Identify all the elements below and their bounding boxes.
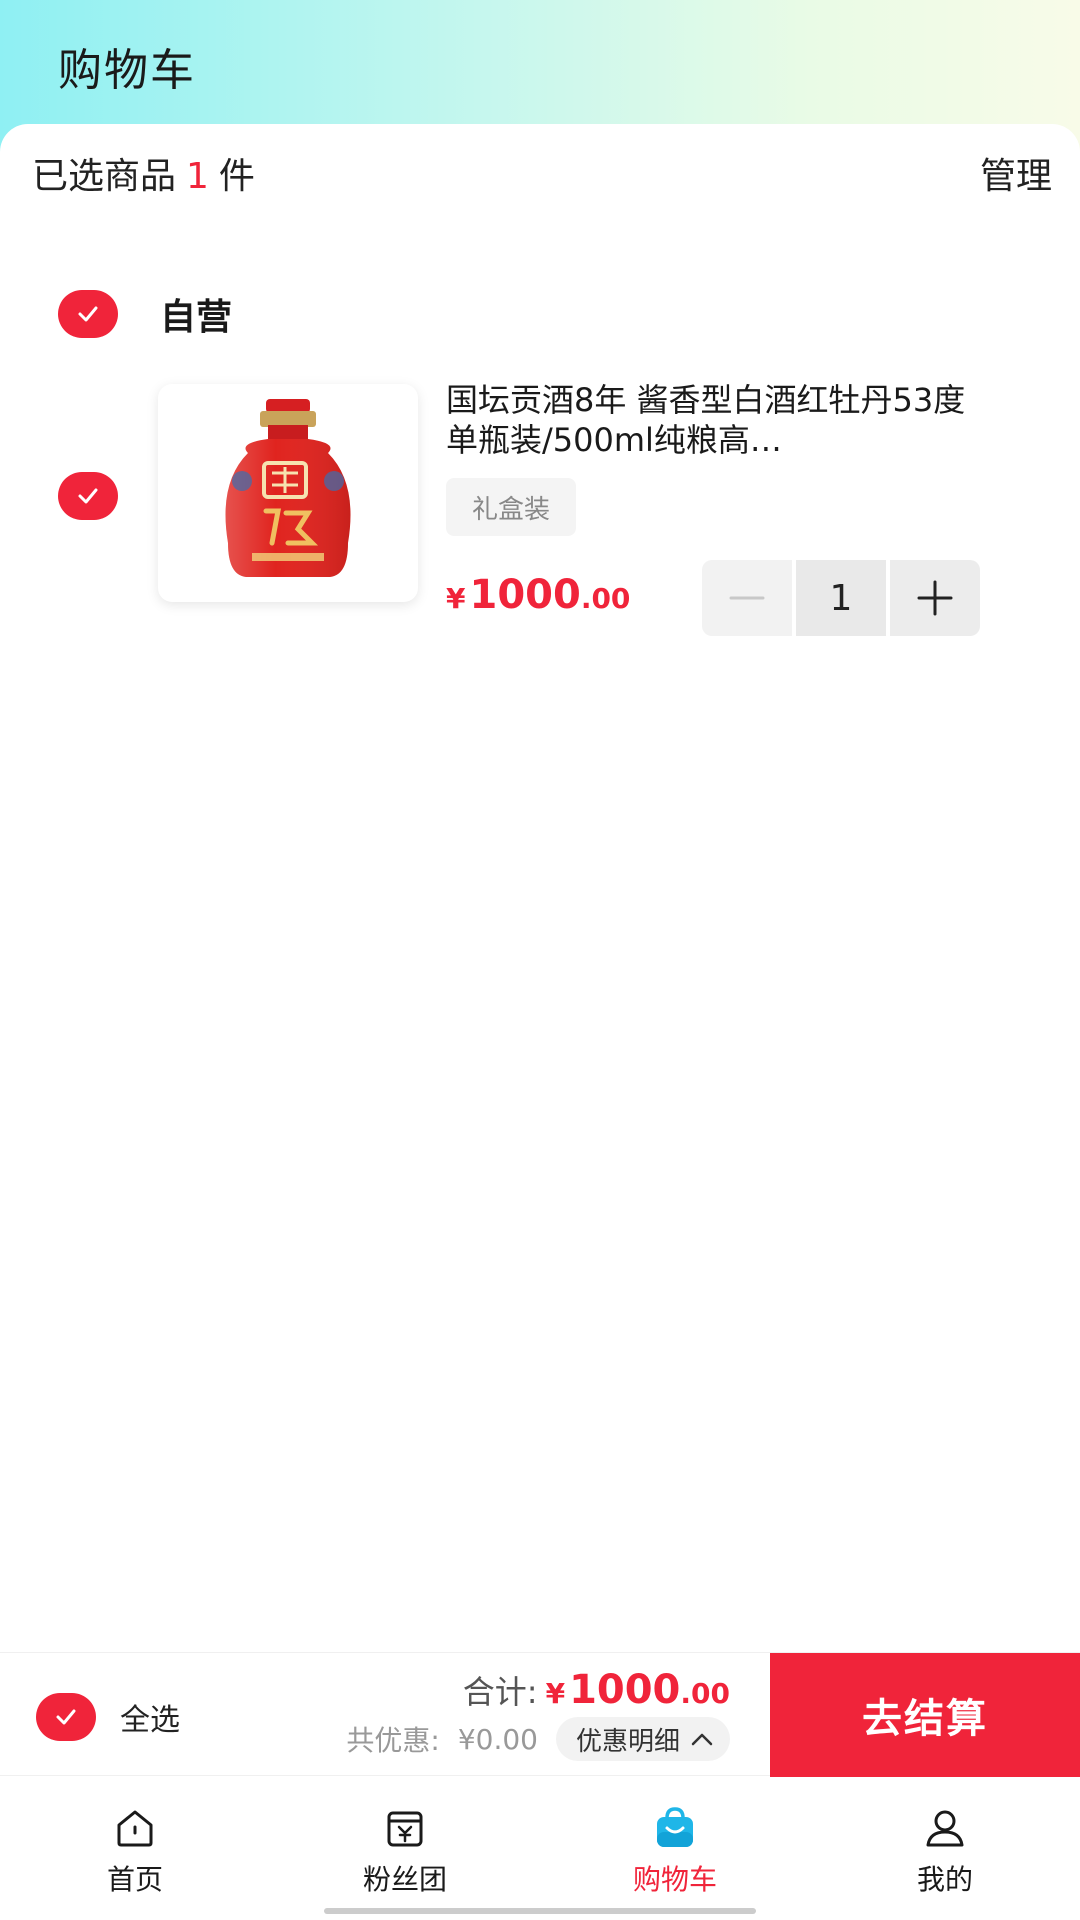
item-select-checkbox[interactable] bbox=[58, 472, 118, 520]
increase-quantity-button[interactable] bbox=[890, 560, 980, 636]
price-currency: ¥ bbox=[446, 582, 466, 615]
tab-cart-label: 购物车 bbox=[632, 1863, 717, 1896]
liquor-bottle-image bbox=[225, 399, 351, 577]
bottom-tab-bar: 首页 粉丝团 购物车 我的 bbox=[0, 1778, 1080, 1920]
tab-profile-label: 我的 bbox=[916, 1863, 973, 1896]
discount-label: 共优惠: bbox=[346, 1724, 440, 1757]
shopping-bag-icon bbox=[651, 1804, 699, 1852]
quantity-stepper: 1 bbox=[702, 560, 980, 636]
user-icon bbox=[921, 1804, 969, 1852]
tab-cart[interactable]: 购物车 bbox=[540, 1778, 810, 1920]
cart-content-card bbox=[0, 124, 1080, 1644]
minus-icon bbox=[729, 596, 765, 600]
selected-count: 1 bbox=[186, 156, 209, 197]
selected-prefix: 已选商品 bbox=[32, 156, 177, 197]
tab-fan-group-label: 粉丝团 bbox=[362, 1863, 447, 1896]
check-icon bbox=[78, 306, 98, 322]
selected-suffix: 件 bbox=[218, 156, 255, 197]
price-decimal: .00 bbox=[580, 582, 631, 615]
selected-count-text: 已选商品 1 件 bbox=[32, 147, 255, 199]
tab-home[interactable]: 首页 bbox=[0, 1778, 270, 1920]
price-integer: 1000 bbox=[469, 572, 581, 618]
check-icon bbox=[78, 488, 98, 504]
discount-detail-button[interactable]: 优惠明细 bbox=[555, 1717, 730, 1761]
quantity-value[interactable]: 1 bbox=[796, 560, 886, 636]
selection-summary-row: 已选商品 1 件 管理 bbox=[32, 148, 1052, 198]
total-decimal: .00 bbox=[680, 1677, 730, 1710]
tab-fan-group[interactable]: 粉丝团 bbox=[270, 1778, 540, 1920]
fan-group-icon bbox=[381, 1804, 429, 1852]
shop-group-header: 自营 bbox=[58, 288, 232, 340]
check-icon bbox=[56, 1709, 76, 1725]
product-image[interactable] bbox=[158, 384, 418, 602]
home-indicator[interactable] bbox=[324, 1908, 756, 1914]
chevron-up-icon bbox=[691, 1733, 713, 1746]
select-all-label: 全选 bbox=[120, 1703, 180, 1738]
page-title: 购物车 bbox=[58, 34, 196, 98]
discount-value: ¥0.00 bbox=[457, 1722, 538, 1756]
total-currency: ¥ bbox=[545, 1677, 566, 1710]
tab-home-label: 首页 bbox=[106, 1863, 163, 1896]
shop-select-checkbox[interactable] bbox=[58, 290, 118, 338]
product-spec-selector[interactable]: 礼盒装 bbox=[446, 478, 577, 536]
page-title-text: 购物车 bbox=[58, 45, 196, 96]
checkout-button[interactable]: 去结算 bbox=[770, 1653, 1080, 1777]
total-integer: 1000 bbox=[569, 1667, 681, 1713]
select-all-checkbox[interactable] bbox=[36, 1693, 96, 1741]
home-icon bbox=[111, 1804, 159, 1852]
product-title[interactable]: 国坛贡酒8年 酱香型白酒红牡丹53度单瓶装/500ml纯粮高… bbox=[446, 380, 986, 460]
shop-name: 自营 bbox=[160, 297, 233, 338]
total-label: 合计: bbox=[462, 1673, 538, 1711]
decrease-quantity-button[interactable] bbox=[702, 560, 792, 636]
plus-icon bbox=[917, 580, 953, 616]
discount-line: 共优惠: ¥0.00 优惠明细 bbox=[346, 1717, 730, 1761]
tab-profile[interactable]: 我的 bbox=[810, 1778, 1080, 1920]
total-line: 合计: ¥1000.00 bbox=[463, 1667, 730, 1713]
select-all-toggle[interactable]: 全选 bbox=[36, 1693, 180, 1741]
total-price: ¥1000.00 bbox=[546, 1667, 730, 1713]
product-price: ¥1000.00 bbox=[446, 572, 630, 618]
manage-button[interactable]: 管理 bbox=[980, 147, 1052, 199]
checkout-bar: 全选 合计: ¥1000.00 共优惠: ¥0.00 优惠明细 去结算 bbox=[0, 1652, 1080, 1777]
discount-detail-label: 优惠明细 bbox=[575, 1726, 680, 1757]
